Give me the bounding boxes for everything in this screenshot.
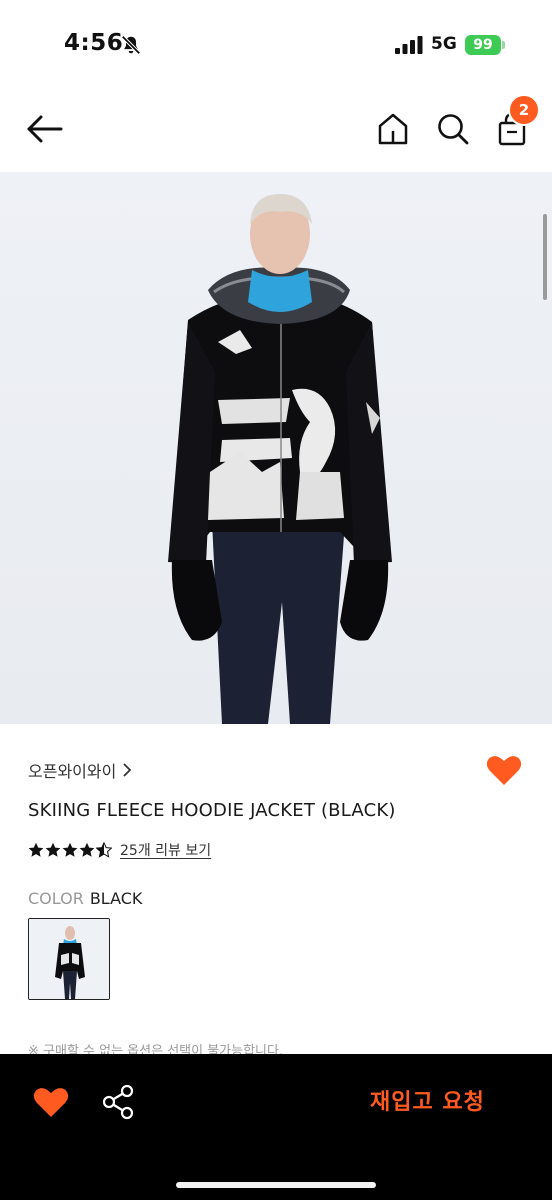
restock-request-button[interactable]: 재입고 요청 [370,1084,485,1116]
bottom-action-bar: 재입고 요청 [0,1054,552,1200]
heart-icon [486,756,522,785]
review-link[interactable]: 25개 리뷰 보기 [120,840,211,860]
share-icon [102,1084,134,1120]
status-bar: 4:56 5G 99 [0,0,552,90]
star-icon [45,842,61,857]
color-label: COLOR [28,889,84,908]
star-icon [28,842,44,857]
battery-indicator: 99 [465,35,501,55]
signal-icon [395,36,423,54]
brand-name: 오픈와이와이 [28,762,117,781]
back-button[interactable] [26,114,64,144]
product-image[interactable] [0,172,552,724]
color-value: BLACK [89,889,143,908]
star-icon [79,842,95,857]
top-nav-bar [0,90,552,170]
search-button[interactable] [436,112,470,146]
product-photo [0,172,552,724]
brand-link[interactable]: 오픈와이와이 [28,758,132,782]
back-arrow-icon [27,115,63,143]
home-icon [378,113,408,145]
color-option-black[interactable] [28,918,110,1000]
color-option-thumbnail [29,919,109,999]
rating-stars [28,842,112,858]
bell-off-icon [121,35,141,55]
share-button[interactable] [101,1084,135,1120]
wishlist-heart-button[interactable] [486,754,522,786]
chevron-right-icon [123,763,132,777]
status-time: 4:56 [64,30,124,56]
heart-icon [33,1088,69,1117]
color-row: COLOR BLACK [28,889,142,908]
search-icon [438,114,469,145]
star-icon [62,842,78,857]
network-label: 5G [431,34,457,54]
rating-row: 25개 리뷰 보기 [28,840,211,860]
product-title: SKIING FLEECE HOODIE JACKET (BLACK) [28,800,396,821]
battery-tip [502,41,505,49]
star-half-icon [96,842,112,858]
home-indicator[interactable] [176,1182,376,1188]
scroll-indicator [543,214,547,300]
bottom-wishlist-button[interactable] [33,1086,69,1118]
cart-count-badge: 2 [508,94,540,126]
home-button[interactable] [377,112,409,146]
product-info: 오픈와이와이 SKIING FLEECE HOODIE JACKET (BLAC… [0,724,552,1059]
